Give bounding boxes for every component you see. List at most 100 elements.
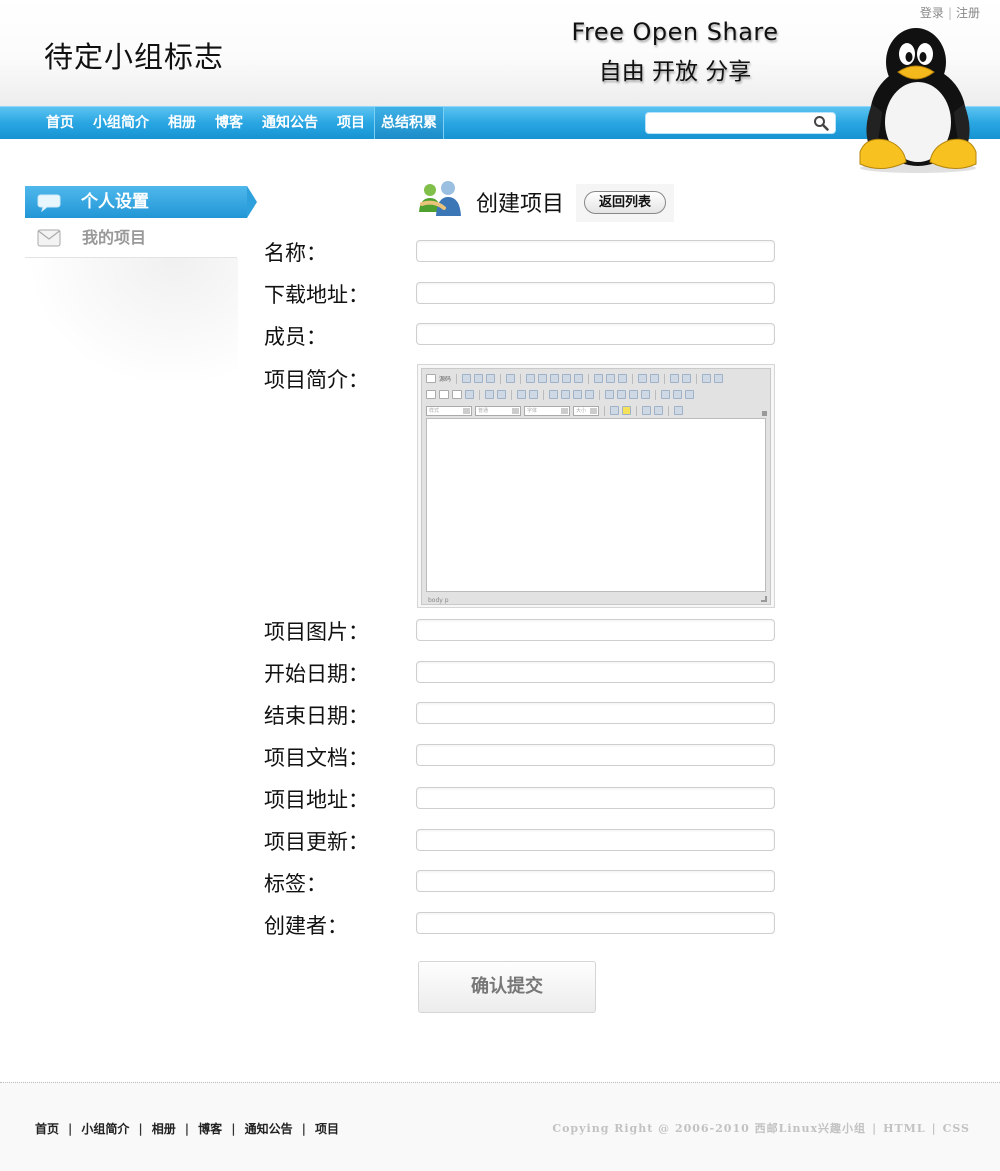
footer-link-projects[interactable]: 项目 <box>315 1120 339 1137</box>
search-icon[interactable] <box>813 115 829 131</box>
footer-link-album[interactable]: 相册 <box>152 1120 176 1137</box>
outdent-icon[interactable] <box>549 390 558 399</box>
font-select[interactable]: 字体 <box>524 405 570 416</box>
end-date-field[interactable] <box>416 702 775 724</box>
editor-content-area[interactable] <box>426 418 766 592</box>
search-box <box>645 112 836 134</box>
find-icon[interactable] <box>670 374 680 383</box>
maximize-icon[interactable] <box>642 406 651 415</box>
name-field[interactable] <box>416 240 775 262</box>
footer-link-home[interactable]: 首页 <box>35 1120 59 1137</box>
project-update-field[interactable] <box>416 829 775 851</box>
project-image-field[interactable] <box>416 619 775 641</box>
align-justify-icon[interactable] <box>641 390 650 399</box>
register-link[interactable]: 注册 <box>956 6 980 20</box>
select-all-icon[interactable] <box>702 374 712 383</box>
strikethrough-icon[interactable] <box>465 390 474 399</box>
bullet-list-icon[interactable] <box>529 390 538 399</box>
div-icon[interactable] <box>585 390 594 399</box>
login-link[interactable]: 登录 <box>920 6 944 20</box>
footer-link-about[interactable]: 小组简介 <box>81 1120 129 1137</box>
bold-icon[interactable] <box>426 390 436 399</box>
text-color-icon[interactable] <box>610 406 619 415</box>
size-select[interactable]: 大小 <box>573 405 599 416</box>
toolbar-separator <box>655 389 656 400</box>
project-docs-field[interactable] <box>416 744 775 766</box>
nav-item-blog[interactable]: 博客 <box>205 107 252 139</box>
html-link[interactable]: HTML <box>883 1122 926 1135</box>
back-to-list-button[interactable]: 返回列表 <box>584 191 666 214</box>
footer-link-notices[interactable]: 通知公告 <box>245 1120 293 1137</box>
subscript-icon[interactable] <box>485 390 494 399</box>
anchor-icon[interactable] <box>685 390 694 399</box>
show-blocks-icon[interactable] <box>654 406 663 415</box>
nav-item-projects[interactable]: 项目 <box>327 107 374 139</box>
css-link[interactable]: CSS <box>943 1122 970 1135</box>
toolbar-separator <box>520 373 522 384</box>
indent-icon[interactable] <box>561 390 570 399</box>
nav-item-notices[interactable]: 通知公告 <box>252 107 327 139</box>
new-page-icon[interactable] <box>474 374 484 383</box>
creator-field[interactable] <box>416 912 775 934</box>
source-icon[interactable] <box>426 374 436 383</box>
align-center-icon[interactable] <box>617 390 626 399</box>
paste-icon[interactable] <box>550 374 560 383</box>
toolbar-separator <box>511 389 512 400</box>
unlink-icon[interactable] <box>673 390 682 399</box>
site-header: 待定小组标志 登录 | 注册 Free Open Share 自由 开放 分享 <box>0 0 1000 106</box>
copy-icon[interactable] <box>538 374 548 383</box>
start-date-field[interactable] <box>416 661 775 683</box>
toolbar-separator <box>664 373 666 384</box>
sidebar-item-my-projects[interactable]: 我的项目 <box>25 218 237 258</box>
page-title: 创建项目 <box>476 192 565 217</box>
nav-item-summary[interactable]: 总结积累 <box>374 107 444 139</box>
source-button-label[interactable]: 源码 <box>439 374 451 383</box>
undo-icon[interactable] <box>638 374 648 383</box>
download-url-field[interactable] <box>416 282 775 304</box>
align-left-icon[interactable] <box>605 390 614 399</box>
numbered-list-icon[interactable] <box>517 390 526 399</box>
toolbar-separator <box>604 405 605 416</box>
footer-link-blog[interactable]: 博客 <box>198 1120 222 1137</box>
paste-word-icon[interactable] <box>574 374 584 383</box>
help-icon[interactable] <box>674 406 683 415</box>
link-icon[interactable] <box>661 390 670 399</box>
cut-icon[interactable] <box>526 374 536 383</box>
footer-separator: | <box>301 1121 306 1136</box>
spellcheck-icon[interactable] <box>606 374 616 383</box>
nav-item-about[interactable]: 小组简介 <box>83 107 158 139</box>
nav-item-home[interactable]: 首页 <box>36 107 83 139</box>
align-right-icon[interactable] <box>629 390 638 399</box>
project-update-label: 项目更新： <box>264 830 369 854</box>
site-logo[interactable]: 待定小组标志 <box>44 34 224 76</box>
template-icon[interactable] <box>506 374 516 383</box>
members-field[interactable] <box>416 323 775 345</box>
tags-field[interactable] <box>416 870 775 892</box>
replace-icon[interactable] <box>682 374 692 383</box>
blockquote-icon[interactable] <box>573 390 582 399</box>
resize-handle-icon[interactable] <box>761 596 767 602</box>
background-color-icon[interactable] <box>622 406 631 415</box>
redo-icon[interactable] <box>650 374 660 383</box>
search-input[interactable] <box>652 114 812 134</box>
submit-button[interactable]: 确认提交 <box>418 961 596 1013</box>
download-url-label: 下载地址： <box>264 283 369 307</box>
spellcheck-options-icon[interactable] <box>618 374 628 383</box>
project-url-field[interactable] <box>416 787 775 809</box>
remove-format-icon[interactable] <box>714 374 724 383</box>
style-select[interactable]: 样式 <box>426 405 472 416</box>
envelope-icon <box>37 229 61 247</box>
superscript-icon[interactable] <box>497 390 506 399</box>
preview-icon[interactable] <box>486 374 496 383</box>
save-icon[interactable] <box>462 374 472 383</box>
paste-text-icon[interactable] <box>562 374 572 383</box>
underline-icon[interactable] <box>452 390 462 399</box>
italic-icon[interactable] <box>439 390 449 399</box>
toolbar-collapse-icon[interactable] <box>762 411 767 416</box>
sidebar-item-personal-settings[interactable]: 个人设置 <box>25 186 257 218</box>
format-select[interactable]: 普通 <box>475 405 521 416</box>
members-label: 成员： <box>264 325 327 349</box>
slogan-chinese: 自由 开放 分享 <box>598 59 752 85</box>
nav-item-album[interactable]: 相册 <box>158 107 205 139</box>
print-icon[interactable] <box>594 374 604 383</box>
